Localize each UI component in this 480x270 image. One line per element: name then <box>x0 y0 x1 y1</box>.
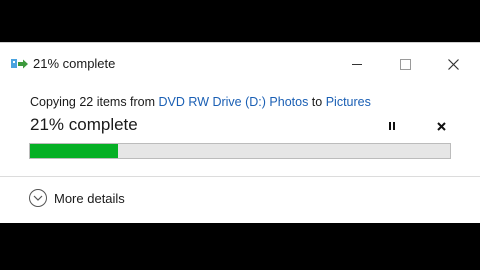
copy-prefix: Copying 22 items from <box>30 95 159 109</box>
destination-link[interactable]: Pictures <box>326 95 371 109</box>
close-window-button[interactable] <box>430 49 476 79</box>
file-copy-dialog: 21% complete Copying 22 items from DVD R… <box>0 42 480 223</box>
maximize-icon <box>399 58 411 70</box>
source-link[interactable]: DVD RW Drive (D:) Photos <box>159 95 309 109</box>
chevron-down-circle-icon <box>29 189 47 207</box>
to-word: to <box>308 95 326 109</box>
divider <box>0 176 480 177</box>
copy-progress-app-icon <box>11 59 28 69</box>
title-bar: 21% complete <box>0 43 480 85</box>
minimize-button[interactable] <box>334 49 380 79</box>
more-details-toggle[interactable]: More details <box>29 189 125 207</box>
pause-button[interactable] <box>384 117 400 135</box>
progress-bar <box>29 143 451 159</box>
progress-percent-text: 21% complete <box>30 115 138 134</box>
cancel-copy-button[interactable] <box>433 117 449 135</box>
window-title: 21% complete <box>33 56 116 71</box>
copy-description: Copying 22 items from DVD RW Drive (D:) … <box>30 95 371 109</box>
more-details-label: More details <box>54 190 125 206</box>
pause-icon <box>389 122 395 130</box>
close-icon <box>447 58 459 70</box>
minimize-icon <box>352 63 362 65</box>
maximize-button[interactable] <box>382 49 428 79</box>
progress-bar-fill <box>30 144 119 158</box>
close-icon <box>436 121 446 131</box>
